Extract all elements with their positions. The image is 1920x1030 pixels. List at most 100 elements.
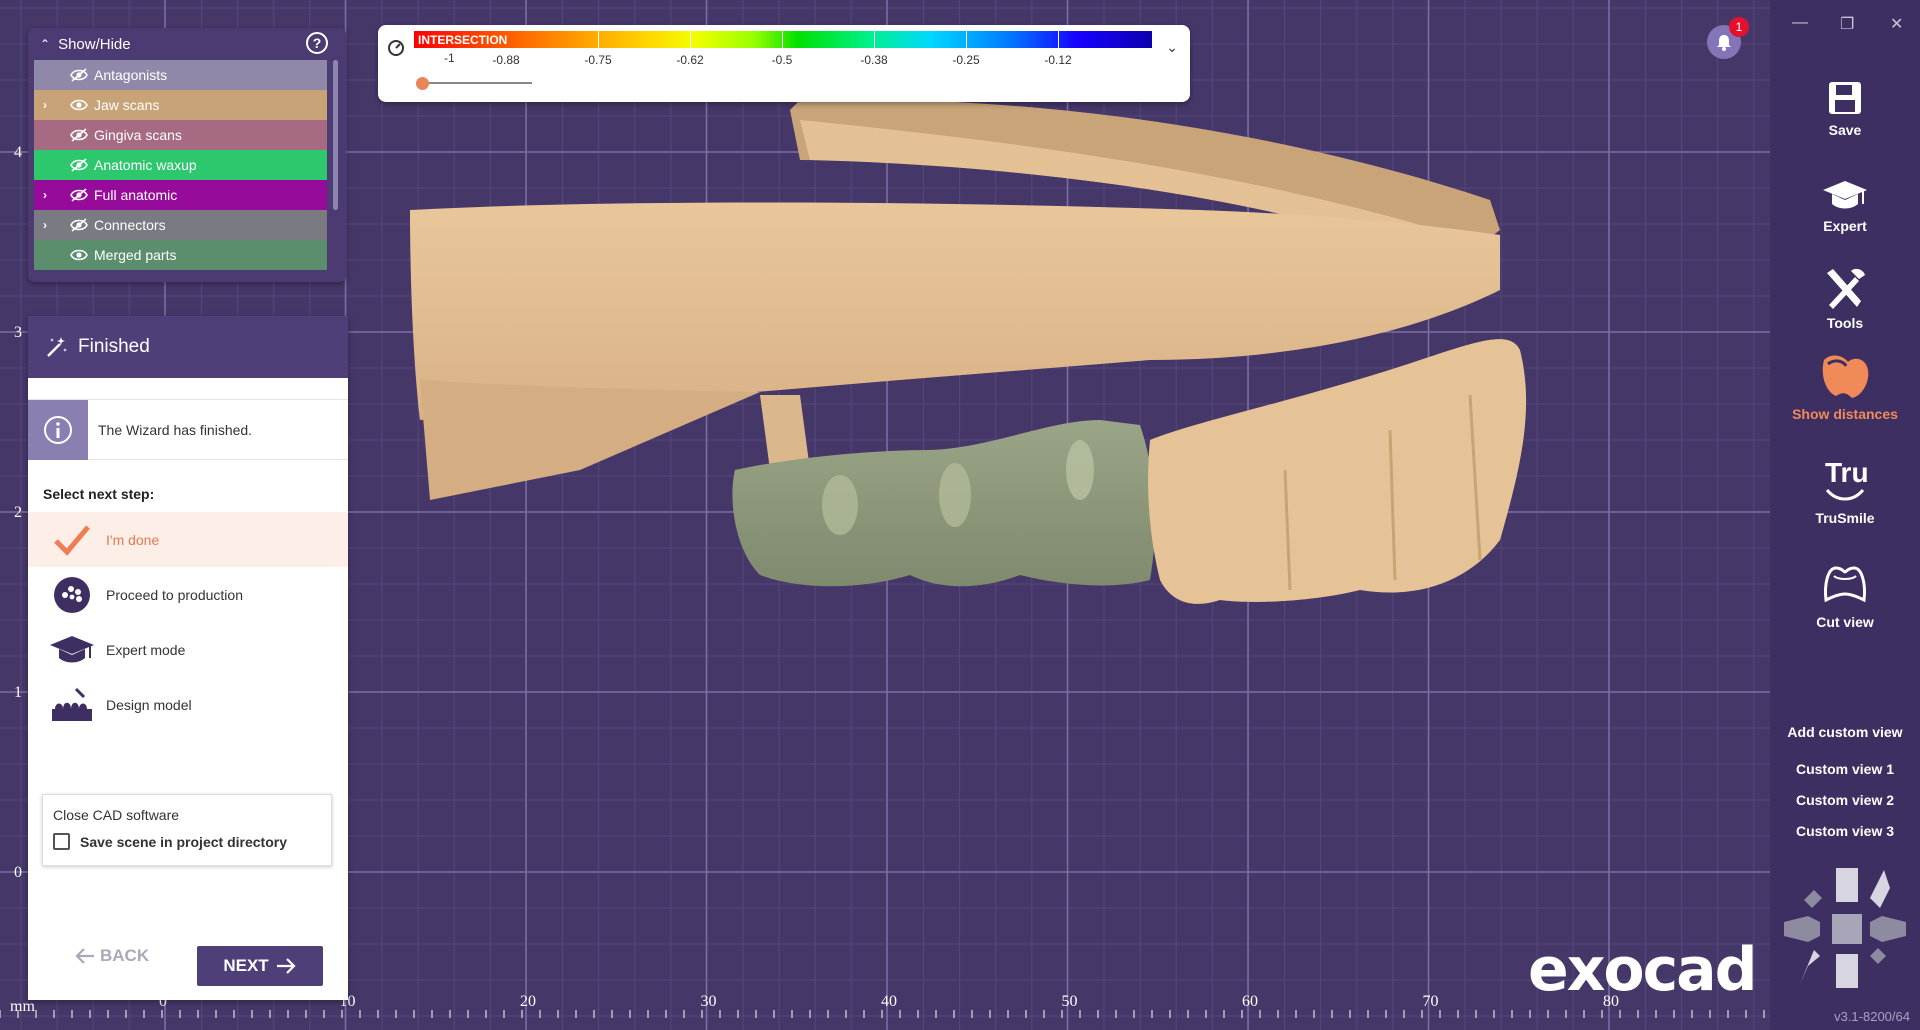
scale-label: -0.5	[771, 53, 793, 67]
scale-tick	[1058, 31, 1059, 48]
navigation-cube[interactable]	[1780, 862, 1910, 992]
nav-bottom[interactable]	[1836, 954, 1858, 988]
production-icon	[48, 575, 96, 615]
step-im-done[interactable]: I'm done	[28, 512, 348, 567]
eye-hidden-icon[interactable]	[68, 158, 90, 172]
eye-icon[interactable]	[68, 98, 90, 112]
nav-top[interactable]	[1836, 868, 1858, 902]
next-label: NEXT	[223, 956, 269, 975]
scale-label: -0.12	[1044, 53, 1072, 67]
select-next-step-label: Select next step:	[43, 486, 155, 502]
gauge-icon[interactable]	[386, 37, 406, 57]
bridge-highlight-3	[1066, 440, 1094, 500]
save-scene-label: Save scene in project directory	[80, 833, 287, 850]
show-hide-item-label: Connectors	[94, 217, 166, 233]
wizard-header: Finished	[28, 316, 348, 378]
minimize-button[interactable]: —	[1792, 14, 1808, 32]
nav-center[interactable]	[1832, 914, 1862, 944]
color-scale-bar[interactable]: INTERSECTION	[414, 31, 1152, 48]
arrow-left-icon	[75, 948, 94, 964]
eye-hidden-icon[interactable]	[68, 68, 90, 82]
show-hide-item-label: Gingiva scans	[94, 127, 182, 143]
show-hide-item[interactable]: Antagonists	[34, 60, 327, 90]
x-axis-tick-label: 70	[1422, 993, 1439, 1010]
nav-right[interactable]	[1870, 916, 1906, 942]
step-design-model[interactable]: Design model	[28, 677, 348, 732]
add-custom-view-button[interactable]: Add custom view	[1770, 724, 1920, 740]
trusmile-icon: Tru	[1825, 457, 1869, 501]
nav-top-left[interactable]	[1804, 890, 1822, 908]
x-axis-tick-label: 60	[1242, 993, 1258, 1010]
restore-button[interactable]: ❐	[1840, 14, 1854, 34]
show-hide-panel: ⌃ Show/Hide ? Antagonists › Jaw scans Gingi…	[28, 28, 346, 282]
notifications-button[interactable]: 1	[1707, 17, 1749, 59]
eye-hidden-icon[interactable]	[68, 188, 90, 202]
eye-icon[interactable]	[68, 248, 90, 262]
y-axis-tick-label: 0	[14, 864, 22, 881]
info-icon	[44, 415, 72, 444]
x-axis-tick-label: 40	[881, 993, 897, 1010]
nav-bottom-right[interactable]	[1870, 948, 1886, 964]
tool-label: Show distances	[1792, 406, 1898, 422]
eye-hidden-icon[interactable]	[68, 128, 90, 142]
step-expert-mode[interactable]: Expert mode	[28, 622, 348, 677]
eye-hidden-icon[interactable]	[68, 218, 90, 232]
tools-tool-button[interactable]: Tools	[1770, 265, 1920, 331]
threshold-slider-track[interactable]	[422, 82, 532, 84]
step-label: Design model	[106, 696, 192, 713]
show-hide-item[interactable]: Gingiva scans	[34, 120, 327, 150]
trusmile-tool-button[interactable]: Tru TruSmile	[1770, 456, 1920, 526]
chevron-right-icon[interactable]: ›	[34, 98, 56, 112]
chevron-up-icon[interactable]: ⌃	[40, 37, 50, 51]
show-hide-title: Show/Hide	[58, 35, 131, 53]
wizard-info-box: The Wizard has finished.	[28, 399, 348, 460]
save-scene-row[interactable]: Save scene in project directory	[53, 833, 321, 850]
step-proceed-to-production[interactable]: Proceed to production	[28, 567, 348, 622]
nav-bottom-left[interactable]	[1800, 950, 1820, 984]
show-hide-item[interactable]: › Connectors	[34, 210, 327, 240]
show-hide-item[interactable]: Merged parts	[34, 240, 327, 270]
x-axis-tick-label: 30	[700, 993, 717, 1010]
show-distances-icon	[1822, 355, 1869, 398]
save-icon	[1829, 82, 1861, 114]
arrow-right-icon	[276, 958, 296, 974]
scale-tick	[874, 31, 875, 48]
custom-view-1-button[interactable]: Custom view 1	[1770, 761, 1920, 777]
color-scale-panel[interactable]: INTERSECTION -1 -0.88 -0.75 -0.62 -0.5 -…	[378, 25, 1190, 102]
show-distances-tool-button[interactable]: Show distances	[1770, 352, 1920, 422]
custom-view-2-button[interactable]: Custom view 2	[1770, 792, 1920, 808]
wizard-panel: Finished The Wizard has finished. Select…	[28, 316, 348, 1000]
nav-top-right[interactable]	[1870, 870, 1890, 908]
show-hide-item-label: Anatomic waxup	[94, 157, 197, 173]
chevron-right-icon[interactable]: ›	[34, 188, 56, 202]
step-label: Proceed to production	[106, 586, 243, 603]
back-button[interactable]: BACK	[74, 946, 149, 966]
show-hide-header[interactable]: ⌃ Show/Hide	[28, 28, 346, 60]
scale-label: -0.62	[676, 53, 704, 67]
close-window-button[interactable]: ✕	[1890, 14, 1903, 34]
chevron-down-icon[interactable]: ⌄	[1166, 39, 1178, 56]
chevron-right-icon[interactable]: ›	[34, 218, 56, 232]
x-axis-tick-label: 50	[1061, 993, 1078, 1010]
threshold-slider-knob[interactable]	[416, 77, 429, 90]
scale-label: -0.88	[492, 53, 520, 67]
x-axis-tick-label: 80	[1603, 993, 1619, 1010]
color-scale-title: INTERSECTION	[418, 33, 508, 47]
info-icon-box	[28, 399, 88, 460]
custom-view-3-button[interactable]: Custom view 3	[1770, 823, 1920, 839]
tool-label: Tools	[1826, 315, 1864, 331]
save-tool-button[interactable]: Save	[1770, 78, 1920, 138]
save-scene-checkbox[interactable]	[53, 833, 70, 850]
close-cad-box: Close CAD software Save scene in project…	[42, 794, 332, 866]
nav-left[interactable]	[1784, 916, 1820, 942]
expert-tool-button[interactable]: Expert	[1770, 178, 1920, 234]
show-hide-item[interactable]: › Full anatomic	[34, 180, 327, 210]
show-hide-item-label: Full anatomic	[94, 187, 178, 203]
show-hide-item[interactable]: Anatomic waxup	[34, 150, 327, 180]
wizard-title: Finished	[78, 336, 150, 357]
next-button[interactable]: NEXT	[197, 946, 323, 986]
show-hide-scrollbar[interactable]	[333, 60, 338, 210]
cut-view-tool-button[interactable]: Cut view	[1770, 560, 1920, 630]
show-hide-item[interactable]: › Jaw scans	[34, 90, 327, 120]
help-icon[interactable]: ?	[306, 32, 328, 54]
